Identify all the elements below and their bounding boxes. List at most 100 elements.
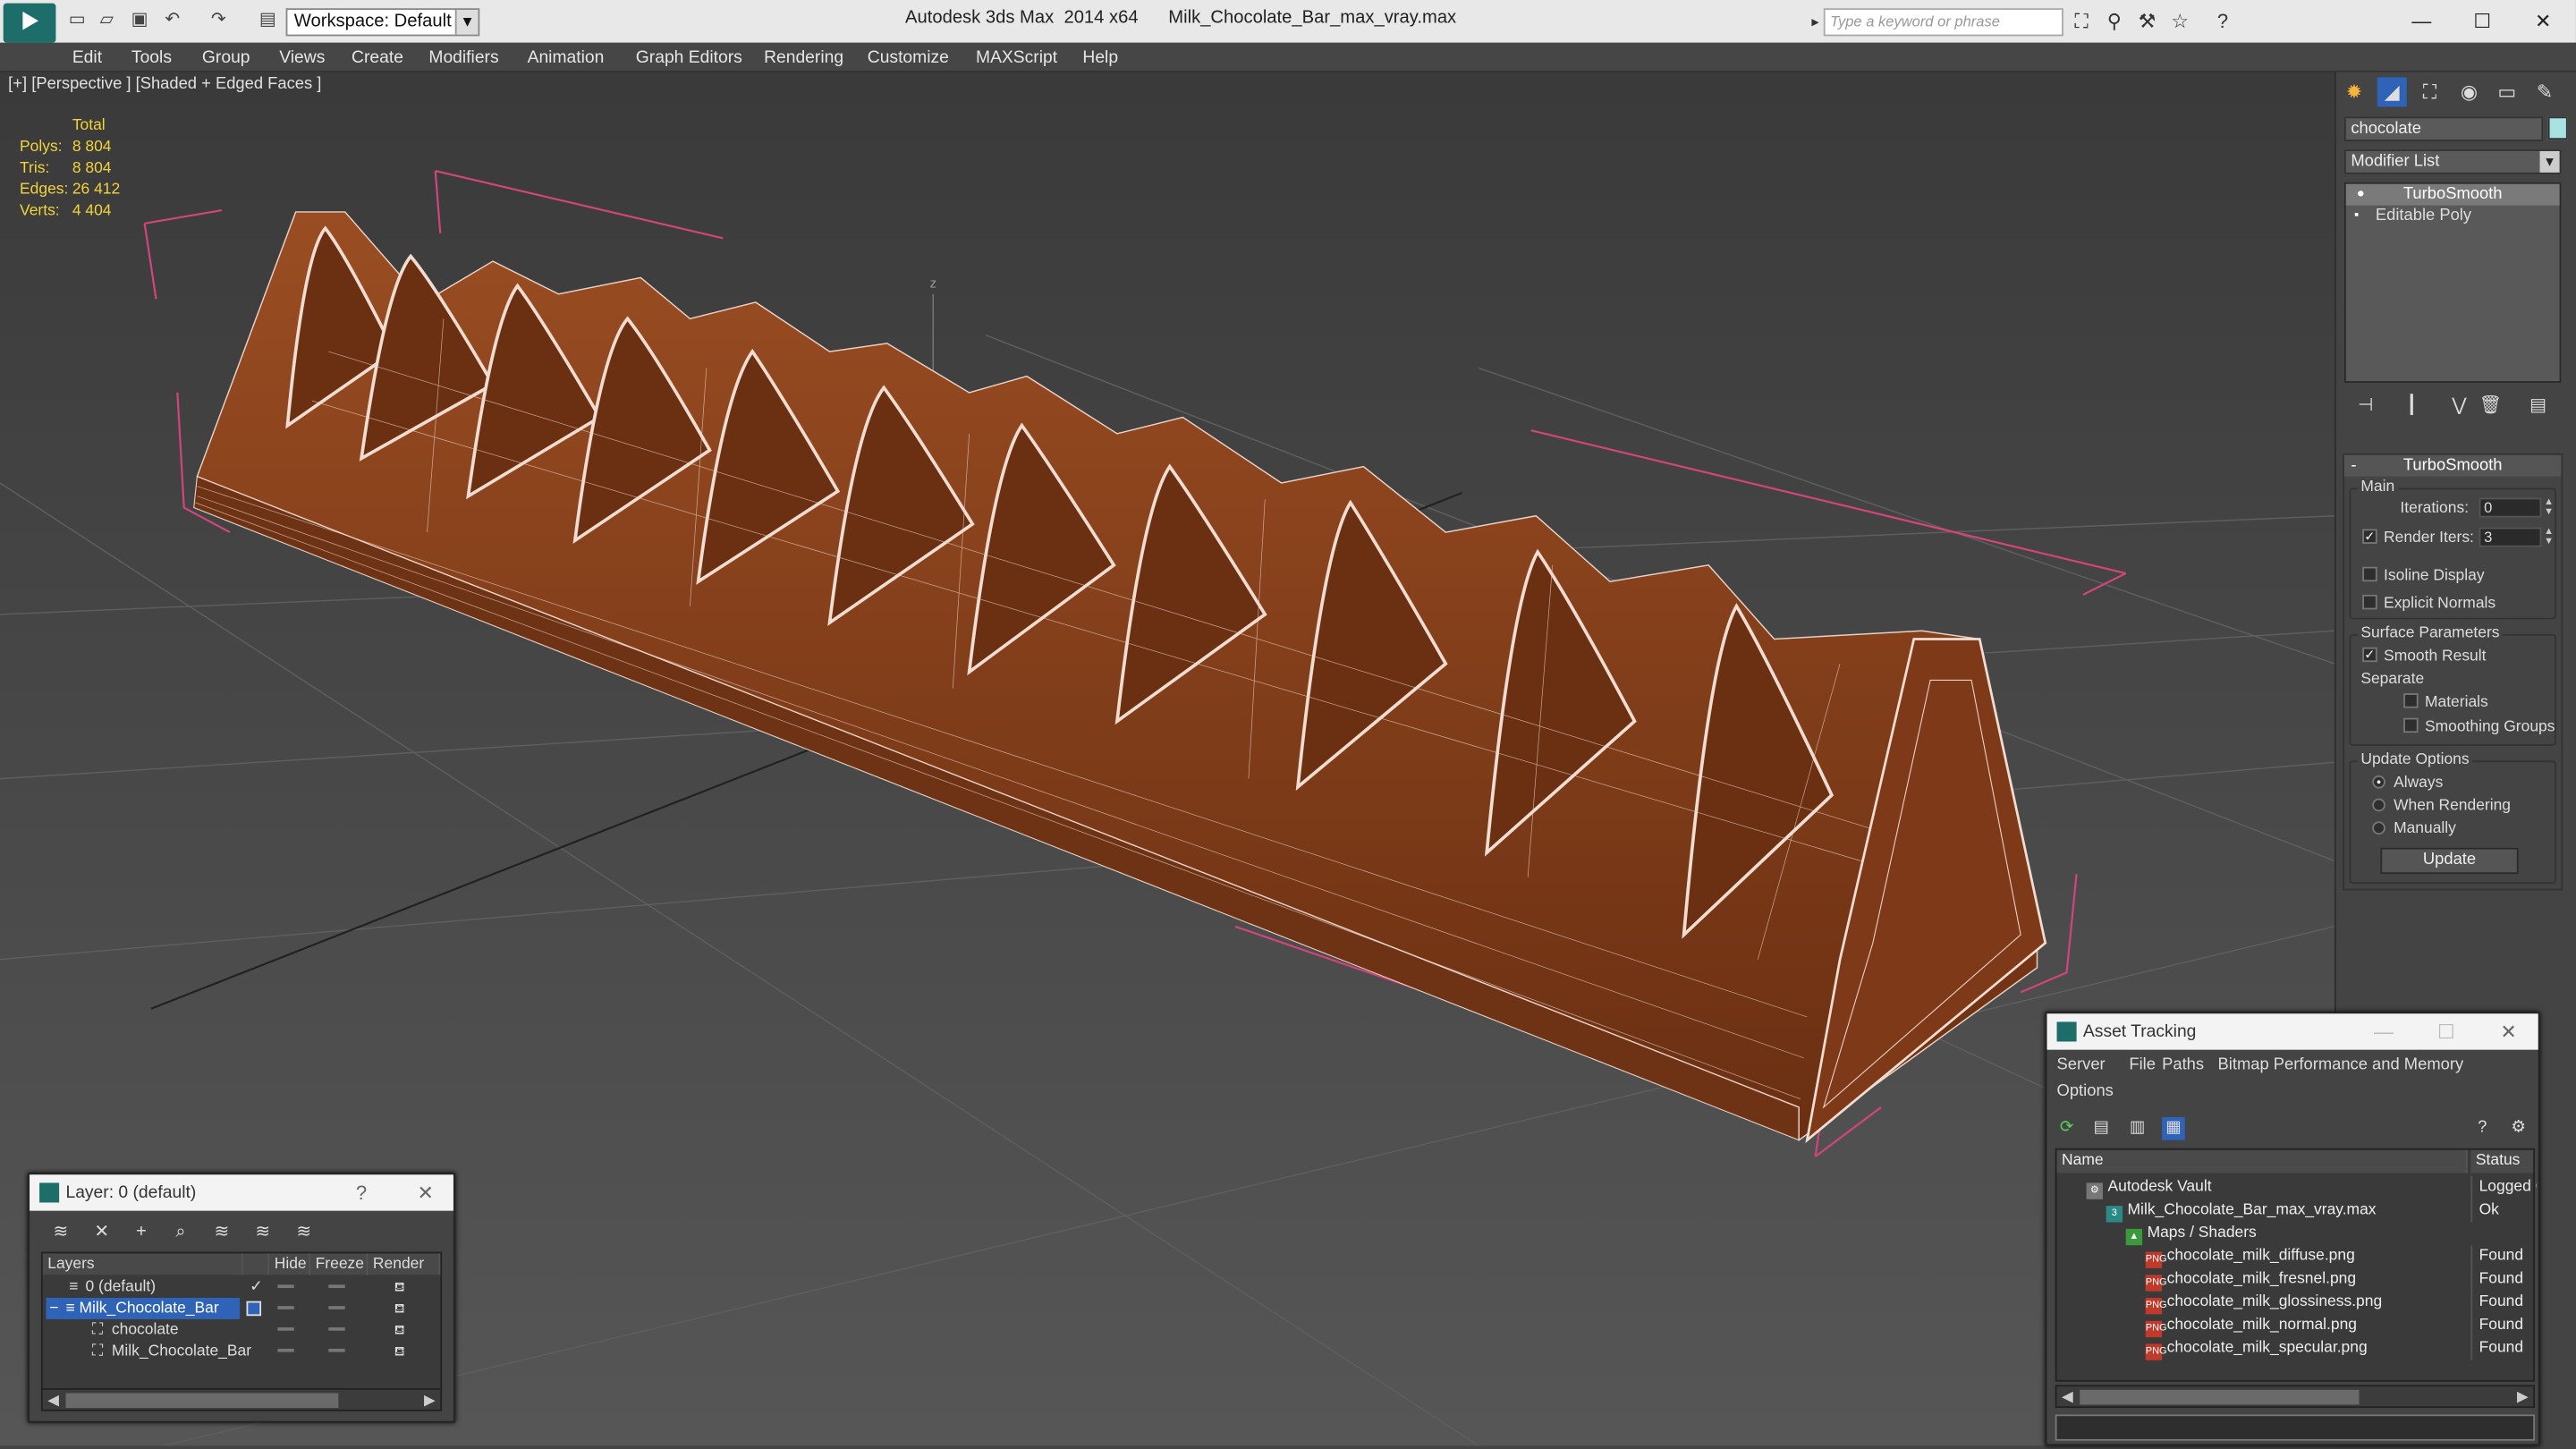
maximize-button[interactable]: ☐	[2460, 6, 2505, 36]
asset-row[interactable]: PNGchocolate_milk_glossiness.png Found	[2057, 1291, 2534, 1315]
menu-edit[interactable]: Edit	[72, 46, 102, 69]
hide-toggle[interactable]	[277, 1327, 294, 1331]
menu-create[interactable]: Create	[352, 46, 403, 69]
menu-views[interactable]: Views	[279, 46, 325, 69]
settings-icon[interactable]: ⚙	[2507, 1117, 2530, 1140]
col-freeze[interactable]: Freeze	[310, 1253, 369, 1275]
layer-row-selected[interactable]: − ≡ Milk_Chocolate_Bar ⛾	[43, 1297, 440, 1319]
update-button[interactable]: Update	[2380, 847, 2519, 875]
hide-toggle[interactable]	[277, 1348, 294, 1352]
menu-bitmap-performance[interactable]: Bitmap Performance and Memory	[2218, 1056, 2464, 1074]
asset-row[interactable]: PNGchocolate_milk_fresnel.png Found	[2057, 1267, 2534, 1292]
scroll-left-icon[interactable]: ◀	[2062, 1386, 2073, 1408]
scrollbar-thumb[interactable]	[2080, 1389, 2360, 1405]
asset-horizontal-scrollbar[interactable]: ◀ ▶	[2055, 1385, 2536, 1409]
hide-toggle[interactable]	[277, 1284, 294, 1288]
configure-modifier-sets-icon[interactable]: ▤	[2525, 394, 2551, 418]
pin-stack-icon[interactable]: ⊣	[2352, 394, 2378, 418]
col-name[interactable]: Name	[2056, 1149, 2468, 1174]
hide-all-layers-icon[interactable]: ≋	[251, 1221, 275, 1244]
hierarchy-tab-icon[interactable]: ⛶	[2415, 77, 2445, 106]
hide-toggle[interactable]	[277, 1306, 294, 1309]
when-rendering-radio[interactable]	[2372, 798, 2385, 812]
menu-maxscript[interactable]: MAXScript	[976, 46, 1057, 69]
always-radio[interactable]	[2372, 775, 2385, 789]
expand-plus-icon[interactable]: ▪	[2354, 208, 2368, 222]
chocolate-bar-model[interactable]	[193, 211, 2047, 1144]
col-layers[interactable]: Layers	[42, 1253, 243, 1275]
stack-item-turbosmooth[interactable]: ● TurboSmooth	[2345, 183, 2560, 206]
subscription-icon[interactable]: ⚲	[2103, 10, 2126, 33]
minimize-button[interactable]: —	[2369, 1013, 2399, 1049]
list-view-icon[interactable]: ▤	[2089, 1117, 2113, 1140]
scrollbar-thumb[interactable]	[65, 1393, 339, 1409]
smooth-result-checkbox[interactable]: ✓	[2362, 647, 2377, 663]
modify-tab-icon[interactable]: ◢	[2377, 77, 2407, 107]
smoothing-groups-checkbox[interactable]	[2403, 717, 2419, 733]
explicit-normals-checkbox[interactable]	[2362, 594, 2377, 610]
spinner-arrows-icon[interactable]: ▲ ▼	[2543, 498, 2555, 518]
freeze-toggle[interactable]	[328, 1348, 345, 1352]
render-teapot-icon[interactable]: ⛾	[394, 1301, 411, 1317]
select-objects-icon[interactable]: ⌕	[169, 1221, 192, 1244]
open-file-icon[interactable]: ▱	[96, 10, 119, 30]
materials-checkbox[interactable]	[2403, 693, 2419, 708]
display-tab-icon[interactable]: ▭	[2492, 77, 2521, 106]
communication-icon[interactable]: ⚒	[2136, 10, 2159, 33]
close-button[interactable]: ✕	[411, 1174, 440, 1210]
refresh-icon[interactable]: ⟳	[2055, 1117, 2079, 1140]
layer-row[interactable]: ≡ 0 (default) ✓ ⛾	[43, 1276, 440, 1298]
layer-horizontal-scrollbar[interactable]: ◀ ▶	[40, 1388, 443, 1411]
render-teapot-icon[interactable]: ⛾	[394, 1343, 411, 1359]
remove-modifier-icon[interactable]: 🗑	[2478, 394, 2504, 418]
close-button[interactable]: ✕	[2520, 6, 2565, 36]
asset-row[interactable]: PNGchocolate_milk_normal.png Found	[2057, 1314, 2534, 1338]
menu-modifiers[interactable]: Modifiers	[428, 46, 498, 69]
create-tab-icon[interactable]: ✹	[2339, 77, 2368, 106]
object-name-field[interactable]: chocolate	[2343, 116, 2544, 141]
menu-paths[interactable]: Paths	[2162, 1056, 2204, 1074]
undo-icon[interactable]: ↶	[161, 10, 184, 30]
minimize-button[interactable]: —	[2399, 6, 2445, 36]
table-view-icon[interactable]: ▦	[2162, 1116, 2185, 1140]
project-folder-icon[interactable]: ▤	[257, 10, 280, 30]
asset-row[interactable]: 3 Milk_Chocolate_Bar_max_vray.max Ok	[2057, 1199, 2534, 1223]
render-iters-checkbox[interactable]: ✓	[2362, 529, 2377, 544]
modifier-list-dropdown[interactable]: Modifier List ▼	[2343, 149, 2562, 174]
maximize-button[interactable]: ☐	[2431, 1013, 2461, 1049]
show-end-result-icon[interactable]: ┃	[2399, 394, 2425, 418]
workspace-dropdown[interactable]: Workspace: Default ▼	[285, 8, 480, 37]
help-button[interactable]: ?	[350, 1174, 373, 1210]
highlight-layer-icon[interactable]: ≋	[210, 1221, 233, 1244]
render-iters-spinner[interactable]: 3	[2479, 527, 2542, 547]
freeze-all-layers-icon[interactable]: ≋	[292, 1221, 316, 1244]
freeze-toggle[interactable]	[328, 1284, 345, 1288]
favorites-star-icon[interactable]: ☆	[2168, 10, 2191, 33]
active-checkmark-icon[interactable]: ✓	[247, 1276, 263, 1298]
app-logo-icon[interactable]: ⯈	[3, 3, 56, 43]
redo-icon[interactable]: ↷	[207, 10, 230, 30]
menu-graph-editors[interactable]: Graph Editors	[636, 46, 742, 69]
close-button[interactable]: ✕	[2494, 1013, 2523, 1049]
viewport-label[interactable]: [+] [Perspective ] [Shaded + Edged Faces…	[8, 75, 321, 93]
menu-rendering[interactable]: Rendering	[764, 46, 843, 69]
motion-tab-icon[interactable]: ◉	[2454, 77, 2484, 106]
object-color-swatch[interactable]	[2547, 116, 2568, 140]
menu-options[interactable]: Options	[2057, 1082, 2114, 1100]
layer-object-row[interactable]: ⛶ Milk_Chocolate_Bar ⛾	[43, 1341, 440, 1362]
detail-view-icon[interactable]: ▥	[2126, 1117, 2149, 1140]
layer-object-row[interactable]: ⛶ chocolate ⛾	[43, 1319, 440, 1341]
collapse-icon[interactable]: −	[46, 1297, 63, 1319]
iterations-spinner[interactable]: 0	[2479, 497, 2542, 518]
scroll-left-icon[interactable]: ◀	[47, 1390, 59, 1411]
menu-server[interactable]: Server	[2057, 1056, 2106, 1074]
delete-layer-icon[interactable]: ✕	[90, 1221, 114, 1244]
col-hide[interactable]: Hide	[269, 1253, 311, 1275]
asset-row[interactable]: PNGchocolate_milk_diffuse.png Found	[2057, 1245, 2534, 1268]
layer-dialog-titlebar[interactable]: Layer: 0 (default)	[30, 1174, 453, 1211]
scroll-right-icon[interactable]: ▶	[424, 1390, 436, 1411]
utilities-tab-icon[interactable]: ✎	[2530, 77, 2560, 106]
add-to-layer-icon[interactable]: +	[130, 1221, 153, 1244]
manually-radio[interactable]	[2372, 821, 2385, 835]
scroll-right-icon[interactable]: ▶	[2517, 1386, 2529, 1408]
